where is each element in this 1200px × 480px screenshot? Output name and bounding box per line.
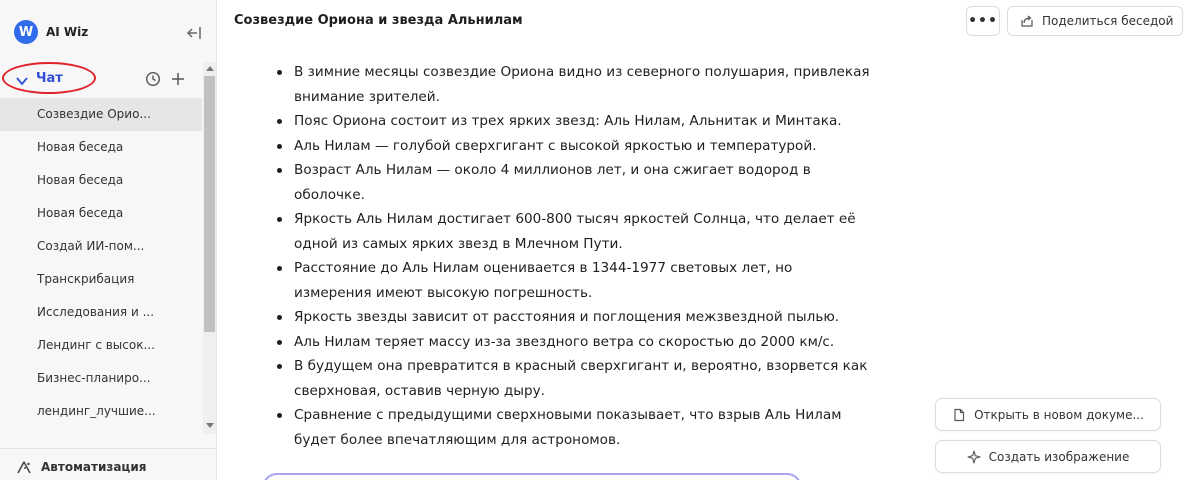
assistant-message: В зимние месяцы созвездие Ориона видно и…: [270, 60, 870, 452]
chat-list-item[interactable]: Созвездие Орио...: [0, 98, 202, 131]
document-icon: [954, 408, 965, 421]
brand-name: AI Wiz: [46, 25, 89, 39]
automation-label: Автоматизация: [41, 460, 147, 474]
chat-list-item[interactable]: Бизнес-планиро...: [0, 362, 202, 395]
message-input-box[interactable]: [262, 473, 802, 480]
share-conversation-label: Поделиться беседой: [1042, 14, 1174, 28]
share-conversation-button[interactable]: Поделиться беседой: [1007, 6, 1183, 36]
new-chat-plus-icon[interactable]: [170, 71, 186, 87]
scroll-thumb[interactable]: [204, 76, 215, 332]
bullet-item: Яркость звезды зависит от расстояния и п…: [270, 305, 870, 330]
sparkle-icon: [967, 449, 981, 464]
bullet-item: В зимние месяцы созвездие Ориона видно и…: [270, 60, 870, 109]
scroll-up-arrow-icon[interactable]: [206, 66, 214, 71]
chat-list-item[interactable]: Транскрибация: [0, 263, 202, 296]
chevron-down-icon[interactable]: [15, 73, 29, 87]
create-image-button[interactable]: Создать изображение: [935, 440, 1161, 473]
chat-list: Созвездие Орио... Новая беседа Новая бес…: [0, 98, 202, 428]
bullet-item: Пояс Ориона состоит из трех ярких звезд:…: [270, 109, 870, 134]
sidebar: W AI Wiz Чат Созвездие Орио... Новая бес…: [0, 0, 217, 480]
collapse-sidebar-icon[interactable]: [185, 24, 203, 42]
chat-list-item[interactable]: Создай ИИ-пом...: [0, 230, 202, 263]
bullet-item: Сравнение с предыдущими сверхновыми пока…: [270, 403, 870, 452]
bullet-item: В будущем она превратится в красный свер…: [270, 354, 870, 403]
automation-menu-item[interactable]: Автоматизация: [0, 448, 217, 480]
chat-section-header[interactable]: Чат: [0, 62, 202, 96]
open-in-new-document-button[interactable]: Открыть в новом докуме...: [935, 398, 1161, 431]
chat-list-item[interactable]: Лендинг с высок...: [0, 329, 202, 362]
chat-section-label[interactable]: Чат: [36, 71, 63, 86]
open-in-new-document-label: Открыть в новом докуме...: [974, 407, 1144, 422]
conversation-title: Созвездие Ориона и звезда Альнилам: [234, 13, 523, 28]
chat-list-item[interactable]: Исследования и ...: [0, 296, 202, 329]
scroll-down-arrow-icon[interactable]: [206, 423, 214, 428]
chat-list-item[interactable]: Новая беседа: [0, 131, 202, 164]
share-icon: [1021, 15, 1033, 27]
chat-list-item[interactable]: Новая беседа: [0, 197, 202, 230]
create-image-label: Создать изображение: [988, 449, 1130, 464]
bullet-item: Возраст Аль Нилам — около 4 миллионов ле…: [270, 158, 870, 207]
bullet-list: В зимние месяцы созвездие Ориона видно и…: [270, 60, 870, 452]
conversation-header: Созвездие Ориона и звезда Альнилам ••• П…: [218, 0, 1200, 42]
automation-icon: [15, 459, 33, 477]
sidebar-scrollbar[interactable]: [203, 62, 216, 434]
more-options-button[interactable]: •••: [966, 6, 1000, 36]
bullet-item: Аль Нилам — голубой сверхгигант с высоко…: [270, 134, 870, 159]
bullet-item: Расстояние до Аль Нилам оценивается в 13…: [270, 256, 870, 305]
chat-list-item[interactable]: Новая беседа: [0, 164, 202, 197]
brand[interactable]: W AI Wiz: [14, 20, 88, 44]
history-clock-icon[interactable]: [145, 71, 161, 87]
bullet-item: Яркость Аль Нилам достигает 600-800 тыся…: [270, 207, 870, 256]
brand-logo-icon: W: [14, 20, 38, 44]
bullet-item: Аль Нилам теряет массу из-за звездного в…: [270, 330, 870, 355]
chat-list-item[interactable]: лендинг_лучшие...: [0, 395, 202, 428]
